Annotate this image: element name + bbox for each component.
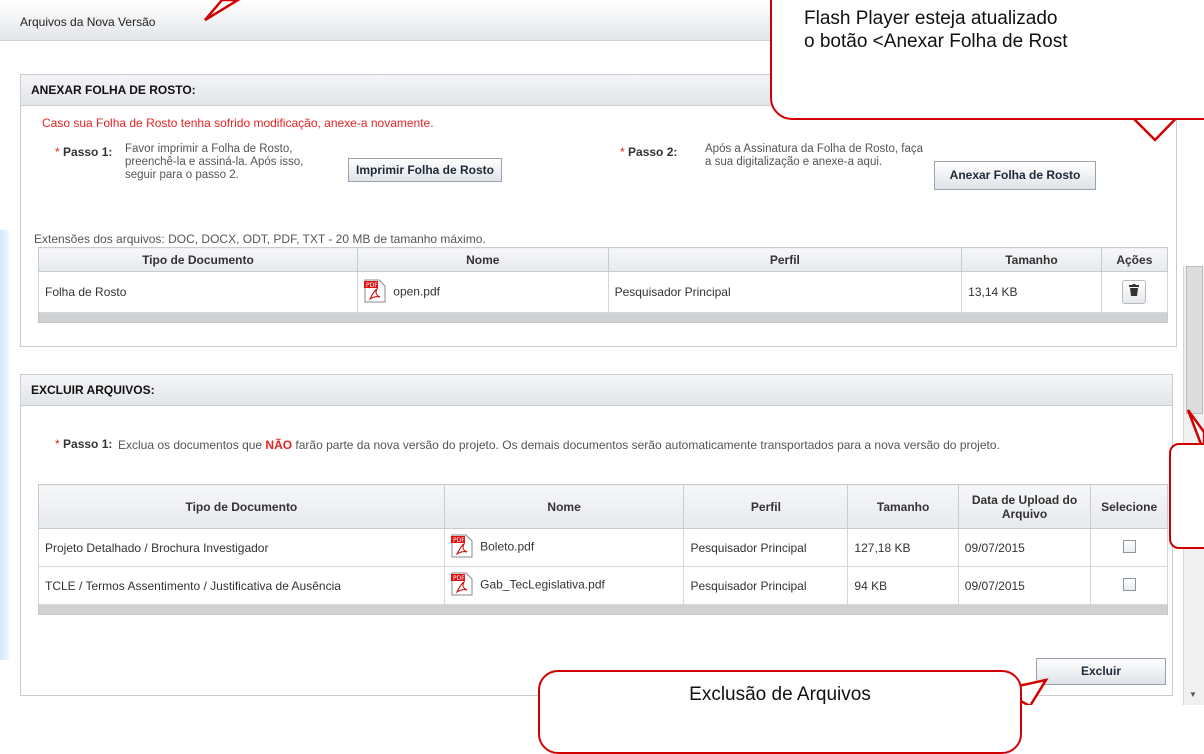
- col-header: Tipo de Documento: [38, 484, 445, 529]
- col-header: Ações: [1100, 247, 1169, 272]
- col-header: Nome: [443, 484, 685, 529]
- table-row: TCLE / Termos Assentimento / Justificati…: [38, 566, 1168, 605]
- cell-nome: PDF Boleto.pdf: [443, 528, 685, 567]
- col-header: Nome: [356, 247, 609, 272]
- table-row: Folha de Rosto PDF open.pdf Pesquisador …: [38, 271, 1169, 313]
- cell-tamanho: 94 KB: [847, 566, 959, 605]
- left-decoration-strip: [0, 230, 9, 660]
- svg-text:PDF: PDF: [453, 537, 465, 544]
- page-title: Arquivos da Nova Versão: [20, 15, 156, 29]
- svg-text:PDF: PDF: [453, 575, 465, 582]
- cell-data: 09/07/2015: [957, 528, 1092, 567]
- col-header: Perfil: [607, 247, 963, 272]
- excluir-arquivos-panel: EXCLUIR ARQUIVOS: * Passo 1: Exclua os d…: [20, 374, 1173, 696]
- step1-text: Favor imprimir a Folha de Rosto, preench…: [125, 143, 304, 181]
- pdf-icon: PDF: [450, 534, 473, 561]
- select-checkbox[interactable]: [1122, 577, 1136, 591]
- excluir-arquivos-header: EXCLUIR ARQUIVOS:: [21, 375, 1172, 406]
- scrollbar-thumb[interactable]: [1186, 266, 1203, 414]
- select-checkbox[interactable]: [1122, 539, 1136, 553]
- cell-selecione: [1090, 566, 1168, 605]
- pdf-icon: PDF: [363, 279, 386, 306]
- callout-bottom-text: Exclusão de Arquivos: [689, 684, 871, 705]
- table-header-row: Tipo de Documento Nome Perfil Tamanho Da…: [38, 484, 1168, 529]
- col-header: Selecione: [1090, 484, 1168, 529]
- cell-perfil: Pesquisador Principal: [607, 271, 963, 313]
- file-link[interactable]: Gab_TecLegislativa.pdf: [480, 578, 605, 592]
- attach-folha-button[interactable]: Anexar Folha de Rosto: [934, 161, 1096, 190]
- file-link[interactable]: open.pdf: [393, 284, 440, 298]
- callout-bottom-bubble: Exclusão de Arquivos: [538, 670, 1022, 754]
- callout-side-bubble: [1169, 443, 1204, 549]
- cell-tamanho: 127,18 KB: [847, 528, 959, 567]
- folha-table: Tipo de Documento Nome Perfil Tamanho Aç…: [38, 247, 1169, 323]
- cell-tipo: Folha de Rosto: [38, 271, 358, 313]
- cell-perfil: Pesquisador Principal: [683, 528, 849, 567]
- cell-tipo: Projeto Detalhado / Brochura Investigado…: [38, 528, 445, 567]
- excluir-step1-label: * Passo 1:: [55, 437, 113, 451]
- pdf-icon: PDF: [450, 572, 473, 599]
- col-header: Tamanho: [961, 247, 1102, 272]
- col-header: Tamanho: [847, 484, 959, 529]
- print-folha-button[interactable]: Imprimir Folha de Rosto: [348, 158, 502, 182]
- excluir-button[interactable]: Excluir: [1036, 658, 1166, 685]
- cell-tamanho: 13,14 KB: [961, 271, 1102, 313]
- cell-data: 09/07/2015: [957, 566, 1092, 605]
- svg-text:PDF: PDF: [366, 282, 378, 289]
- trash-icon: [1129, 284, 1140, 296]
- table-footer: [38, 312, 1168, 323]
- delete-file-button[interactable]: [1122, 280, 1147, 304]
- step2-label: * Passo 2:: [620, 145, 678, 159]
- callout-top-line2: o botão <Anexar Folha de Rost: [804, 31, 1068, 52]
- cell-acoes: [1100, 271, 1169, 313]
- callout-top-line1: Flash Player esteja atualizado: [804, 8, 1058, 29]
- table-footer: [38, 604, 1168, 615]
- excluir-step1-text: Exclua os documentos que NÃO farão parte…: [118, 438, 1000, 452]
- scroll-down-arrow-icon[interactable]: ▼: [1189, 690, 1197, 699]
- step1-label: * Passo 1:: [55, 145, 113, 159]
- file-extensions-note: Extensões dos arquivos: DOC, DOCX, ODT, …: [34, 232, 486, 246]
- table-row: Projeto Detalhado / Brochura Investigado…: [38, 528, 1168, 567]
- cell-nome: PDF open.pdf: [356, 271, 609, 313]
- cell-selecione: [1090, 528, 1168, 567]
- col-header: Data de Upload do Arquivo: [957, 484, 1092, 529]
- cell-perfil: Pesquisador Principal: [683, 566, 849, 605]
- col-header: Perfil: [683, 484, 849, 529]
- excluir-table: Tipo de Documento Nome Perfil Tamanho Da…: [38, 484, 1168, 615]
- table-header-row: Tipo de Documento Nome Perfil Tamanho Aç…: [38, 247, 1169, 272]
- file-link[interactable]: Boleto.pdf: [480, 540, 534, 554]
- cell-nome: PDF Gab_TecLegislativa.pdf: [443, 566, 685, 605]
- callout-top-bubble: Flash Player esteja atualizado o botão <…: [770, 0, 1204, 120]
- modification-alert: Caso sua Folha de Rosto tenha sofrido mo…: [42, 116, 434, 130]
- col-header: Tipo de Documento: [38, 247, 358, 272]
- step2-text: Após a Assinatura da Folha de Rosto, faç…: [705, 143, 923, 168]
- cell-tipo: TCLE / Termos Assentimento / Justificati…: [38, 566, 445, 605]
